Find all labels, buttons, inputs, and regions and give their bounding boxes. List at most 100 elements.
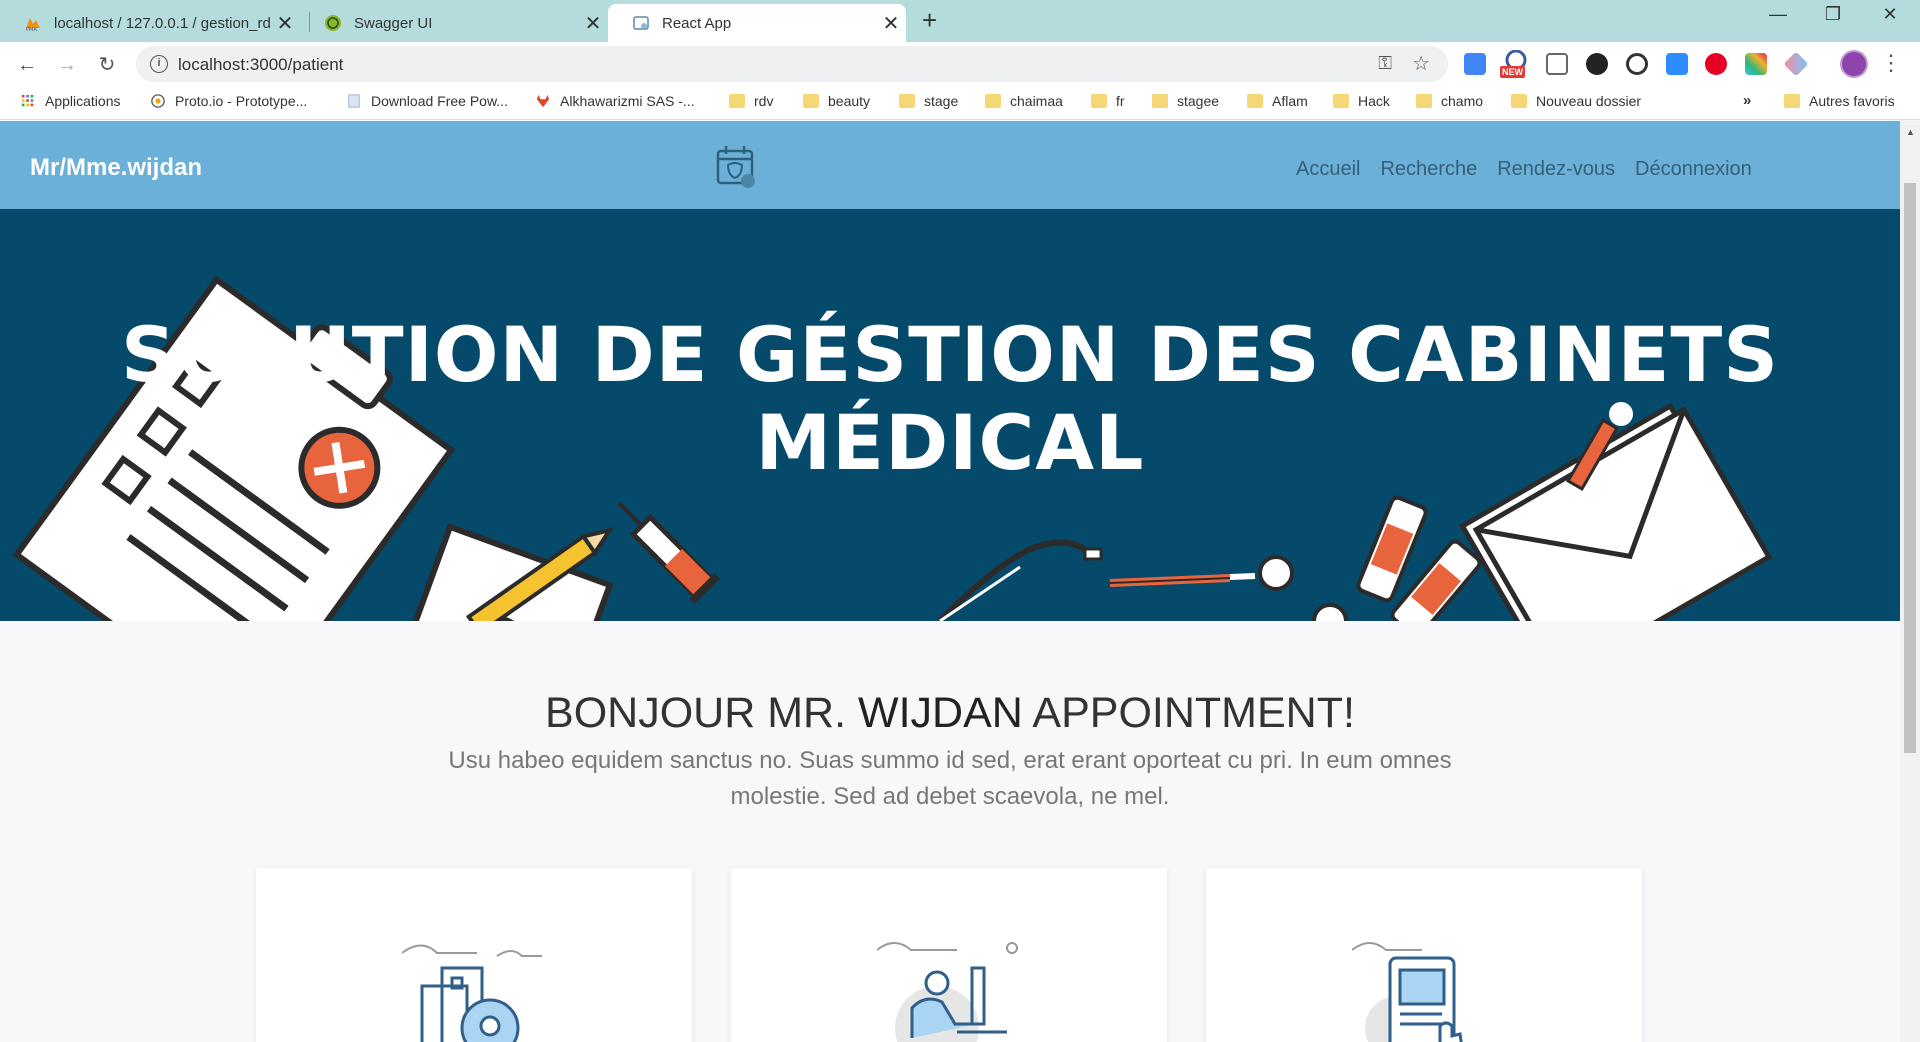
bookmark-folder-nouveau-dossier[interactable]: Nouveau dossier bbox=[1511, 93, 1641, 109]
hero-title-line-2: MÉDICAL bbox=[755, 398, 1145, 487]
browser-tab-strip: PMA localhost / 127.0.0.1 / gestion_rdv … bbox=[0, 0, 1920, 42]
pinterest-icon[interactable] bbox=[1705, 53, 1727, 75]
bookmark-proto-io[interactable]: Proto.io - Prototype... bbox=[150, 93, 307, 109]
extension-new-icon[interactable]: NEW bbox=[1500, 49, 1532, 78]
bookmark-folder-rdv[interactable]: rdv bbox=[729, 93, 773, 109]
close-tab-icon[interactable]: ✕ bbox=[270, 11, 300, 36]
nav-link-deconnexion[interactable]: Déconnexion bbox=[1635, 158, 1752, 181]
bookmark-folder-beauty[interactable]: beauty bbox=[803, 93, 870, 109]
folder-icon bbox=[1091, 94, 1107, 108]
gitlab-icon bbox=[536, 94, 550, 108]
tab-label: localhost / 127.0.0.1 / gestion_rdv bbox=[54, 14, 270, 32]
cube-extension-icon[interactable] bbox=[1783, 51, 1809, 77]
nav-link-recherche[interactable]: Recherche bbox=[1380, 158, 1477, 181]
page-viewport: Mr/Mme.wijdan Accueil Recherche Rendez-v… bbox=[0, 121, 1900, 1042]
profile-avatar[interactable] bbox=[1840, 50, 1868, 78]
page-icon bbox=[348, 94, 360, 108]
forward-button[interactable]: → bbox=[52, 50, 82, 80]
bookmark-label: Alkhawarizmi SAS -... bbox=[560, 93, 695, 109]
scrollbar-thumb[interactable] bbox=[1904, 183, 1916, 753]
bookmark-folder-chamo[interactable]: chamo bbox=[1416, 93, 1483, 109]
bookmark-label: rdv bbox=[754, 93, 774, 109]
online-form-icon bbox=[1352, 942, 1463, 1042]
new-badge: NEW bbox=[1500, 66, 1525, 78]
google-translate-icon[interactable] bbox=[1464, 53, 1486, 75]
magnifier-extension-icon[interactable] bbox=[1586, 53, 1608, 75]
medical-calendar-logo-icon[interactable] bbox=[715, 143, 759, 191]
back-button[interactable]: ← bbox=[12, 50, 42, 80]
bookmarks-bar: Applications Proto.io - Prototype... Dow… bbox=[0, 88, 1920, 120]
sync-extension-icon[interactable] bbox=[1626, 53, 1648, 75]
stethoscope-icon bbox=[937, 539, 1348, 621]
swagger-icon bbox=[325, 15, 341, 31]
tab-phpmyadmin[interactable]: PMA localhost / 127.0.0.1 / gestion_rdv … bbox=[0, 4, 300, 42]
brand-name[interactable]: Mr/Mme.wijdan bbox=[30, 154, 202, 182]
folder-icon bbox=[1784, 94, 1800, 108]
bookmark-folder-chaimaa[interactable]: chaimaa bbox=[985, 93, 1063, 109]
bookmark-label: stage bbox=[924, 93, 959, 109]
password-key-icon[interactable]: ⚿ bbox=[1378, 53, 1392, 74]
new-tab-button[interactable]: + bbox=[922, 5, 937, 36]
bookmark-label: chaimaa bbox=[1010, 93, 1063, 109]
feature-card[interactable] bbox=[731, 868, 1167, 1042]
bookmark-folder-fr[interactable]: fr bbox=[1091, 93, 1125, 109]
bookmark-label: chamo bbox=[1441, 93, 1484, 109]
restore-window-button[interactable]: ❐ bbox=[1818, 4, 1848, 25]
close-tab-icon[interactable]: ✕ bbox=[876, 11, 906, 36]
react-app-icon bbox=[633, 16, 649, 30]
bookmark-label: stagee bbox=[1177, 93, 1220, 109]
bookmark-folder-stagee[interactable]: stagee bbox=[1152, 93, 1219, 109]
folder-icon bbox=[729, 94, 745, 108]
svg-text:PMA: PMA bbox=[26, 27, 37, 32]
minimize-window-button[interactable]: — bbox=[1763, 4, 1793, 25]
tab-react-app[interactable]: React App ✕ bbox=[608, 4, 906, 42]
url-text[interactable]: localhost:3000/patient bbox=[178, 55, 343, 75]
feature-card[interactable] bbox=[1206, 868, 1642, 1042]
bookmark-label: beauty bbox=[828, 93, 871, 109]
tab-label: React App bbox=[662, 14, 732, 32]
bookmark-star-icon[interactable]: ☆ bbox=[1412, 51, 1430, 76]
folder-icon bbox=[1247, 94, 1263, 108]
nav-link-accueil[interactable]: Accueil bbox=[1296, 158, 1360, 181]
bookmark-label: Hack bbox=[1358, 93, 1390, 109]
greeting-suffix: APPOINTMENT! bbox=[1032, 689, 1355, 737]
address-bar[interactable]: i localhost:3000/patient ⚿ ☆ bbox=[136, 46, 1448, 82]
browser-menu-icon[interactable]: ⋮ bbox=[1880, 50, 1902, 76]
bookmark-label: Applications bbox=[45, 93, 121, 109]
nav-links: Accueil Recherche Rendez-vous Déconnexio… bbox=[1296, 158, 1752, 181]
close-tab-icon[interactable]: ✕ bbox=[578, 11, 608, 36]
bookmark-folder-stage[interactable]: stage bbox=[899, 93, 958, 109]
hero-banner: SOLUTION DE GÉSTION DES CABINETS MÉDICAL bbox=[0, 209, 1900, 621]
bookmark-folder-hack[interactable]: Hack bbox=[1333, 93, 1390, 109]
zoom-icon[interactable] bbox=[1666, 53, 1688, 75]
folder-icon bbox=[1333, 94, 1349, 108]
folder-icon bbox=[1416, 94, 1432, 108]
tab-swagger[interactable]: Swagger UI ✕ bbox=[300, 4, 608, 42]
close-window-button[interactable]: ✕ bbox=[1875, 4, 1905, 25]
page-scrollbar[interactable]: ▲ bbox=[1900, 121, 1920, 1042]
site-info-icon[interactable]: i bbox=[150, 55, 168, 73]
browser-toolbar: ← → ↻ i localhost:3000/patient ⚿ ☆ NEW ⋮ bbox=[0, 42, 1920, 88]
feature-card[interactable] bbox=[256, 868, 692, 1042]
folder-icon bbox=[1511, 94, 1527, 108]
eyedropper-icon[interactable] bbox=[1546, 53, 1568, 75]
bookmark-folder-aflam[interactable]: Aflam bbox=[1247, 93, 1308, 109]
lead-paragraph: Usu habeo equidem sanctus no. Suas summo… bbox=[448, 747, 1452, 810]
hero-title: SOLUTION DE GÉSTION DES CABINETS MÉDICAL bbox=[0, 311, 1900, 487]
apps-grid-icon bbox=[21, 94, 34, 107]
bookmark-label: fr bbox=[1116, 93, 1125, 109]
bookmark-label: Nouveau dossier bbox=[1536, 93, 1642, 109]
greeting-prefix: BONJOUR MR. bbox=[545, 689, 847, 737]
nav-link-rendez-vous[interactable]: Rendez-vous bbox=[1497, 158, 1615, 181]
bookmarks-overflow-button[interactable]: » bbox=[1743, 92, 1751, 109]
bookmark-download-free[interactable]: Download Free Pow... bbox=[346, 93, 508, 109]
reload-button[interactable]: ↻ bbox=[92, 50, 122, 80]
bookmark-applications[interactable]: Applications bbox=[20, 93, 121, 109]
proto-icon bbox=[151, 94, 165, 108]
scroll-up-arrow-icon[interactable]: ▲ bbox=[1906, 127, 1915, 137]
bookmark-other-favorites[interactable]: Autres favoris bbox=[1784, 93, 1895, 109]
bookmark-alkhawarizmi[interactable]: Alkhawarizmi SAS -... bbox=[535, 93, 695, 109]
folder-icon bbox=[899, 94, 915, 108]
slack-icon[interactable] bbox=[1745, 53, 1767, 75]
tab-label: Swagger UI bbox=[354, 14, 433, 32]
